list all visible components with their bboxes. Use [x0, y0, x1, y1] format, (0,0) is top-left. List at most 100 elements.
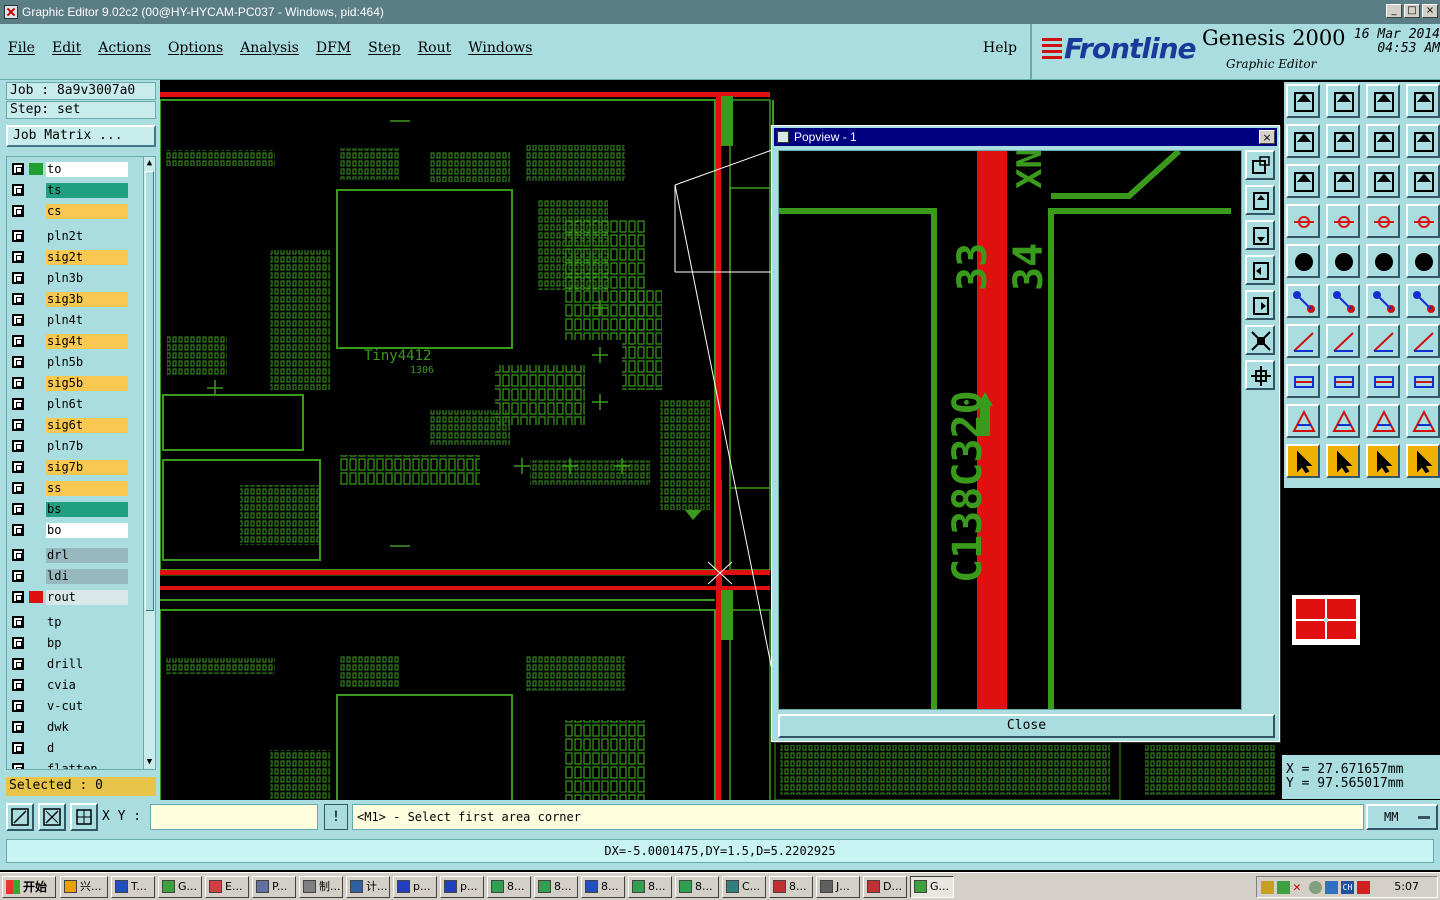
layer-checkbox[interactable]: [12, 398, 24, 410]
slash-button[interactable]: [1326, 324, 1360, 358]
layer-checkbox[interactable]: [12, 679, 24, 691]
menu-analysis[interactable]: Analysis: [240, 40, 299, 56]
layer-name[interactable]: sig5b: [46, 376, 128, 391]
maximize-button[interactable]: □: [1404, 4, 1420, 18]
xy-input[interactable]: [150, 804, 318, 830]
layer-checkbox[interactable]: [12, 377, 24, 389]
layer-checkbox[interactable]: [12, 637, 24, 649]
layer-row-cvia[interactable]: cvia: [7, 677, 143, 693]
layer-checkbox[interactable]: [12, 570, 24, 582]
zoom-in-button[interactable]: [1286, 164, 1320, 198]
add-line-button[interactable]: [1326, 244, 1360, 278]
add-pad-button[interactable]: [1286, 244, 1320, 278]
layer-row-bs[interactable]: bs: [7, 501, 143, 517]
layer-row-v-cut[interactable]: v-cut: [7, 698, 143, 714]
layer-name[interactable]: flatten: [46, 762, 128, 769]
move-red-pad-button[interactable]: [1406, 284, 1440, 318]
prompt-info-icon[interactable]: !: [324, 804, 348, 830]
scale-1-2-button[interactable]: [1366, 164, 1400, 198]
layer-checkbox[interactable]: [12, 461, 24, 473]
close-button[interactable]: ×: [1422, 4, 1438, 18]
layer-name[interactable]: cvia: [46, 678, 128, 693]
pan-right-button[interactable]: [1326, 124, 1360, 158]
layer-checkbox[interactable]: [12, 700, 24, 712]
taskbar-task[interactable]: 计...: [346, 876, 390, 898]
redo-view-button[interactable]: [1406, 124, 1440, 158]
menu-rout[interactable]: Rout: [418, 40, 452, 56]
minimize-button[interactable]: _: [1386, 4, 1402, 18]
layer-row-flatten[interactable]: flatten: [7, 761, 143, 769]
layer-row-sig2t[interactable]: sig2t: [7, 249, 143, 265]
pv-zoom-home-button[interactable]: [1245, 150, 1275, 180]
zoom-out-button[interactable]: [1326, 164, 1360, 198]
taskbar-task[interactable]: D...: [863, 876, 907, 898]
layer-name[interactable]: pln2t: [46, 229, 128, 244]
layer-checkbox[interactable]: [12, 251, 24, 263]
layer-checkbox[interactable]: [12, 721, 24, 733]
layer-name[interactable]: dwk: [46, 720, 128, 735]
taskbar-task[interactable]: 8...: [628, 876, 672, 898]
select-path-button[interactable]: [1406, 444, 1440, 478]
job-matrix-button[interactable]: Job Matrix ...: [6, 125, 156, 147]
scroll-down-icon[interactable]: ▼: [144, 757, 155, 768]
popview-canvas[interactable]: 33 34 C138C320 XN: [778, 150, 1242, 710]
taskbar-task[interactable]: C...: [722, 876, 766, 898]
layer-row-pln4t[interactable]: pln4t: [7, 312, 143, 328]
layer-row-pln6t[interactable]: pln6t: [7, 396, 143, 412]
taskbar-task[interactable]: E...: [205, 876, 249, 898]
layer-checkbox[interactable]: [12, 184, 24, 196]
layer-row-sig4t[interactable]: sig4t: [7, 333, 143, 349]
connect-button[interactable]: [1286, 284, 1320, 318]
menu-dfm[interactable]: DFM: [316, 40, 351, 56]
layer-scrollbar[interactable]: ▲ ▼: [143, 156, 156, 770]
move-pad-button[interactable]: [1366, 284, 1400, 318]
taskbar-task[interactable]: P...: [252, 876, 296, 898]
layer-checkbox[interactable]: [12, 356, 24, 368]
pv-pan-right-button[interactable]: [1245, 290, 1275, 320]
taskbar-task[interactable]: p...: [393, 876, 437, 898]
layer-name[interactable]: ldi: [46, 569, 128, 584]
zoom-area-button[interactable]: [1366, 84, 1400, 118]
layer-row-ldi[interactable]: ldi: [7, 568, 143, 584]
polygon-b-button[interactable]: [1326, 404, 1360, 438]
menu-help[interactable]: Help: [983, 40, 1017, 56]
menu-file[interactable]: File: [8, 40, 35, 56]
layer-name[interactable]: pln3b: [46, 271, 128, 286]
layer-checkbox[interactable]: [12, 591, 24, 603]
layer-name[interactable]: cs: [46, 204, 128, 219]
layer-name[interactable]: pln5b: [46, 355, 128, 370]
layer-name[interactable]: drill: [46, 657, 128, 672]
measure-button[interactable]: [1286, 204, 1320, 238]
taskbar-task[interactable]: G...: [910, 876, 954, 898]
layer-checkbox[interactable]: [12, 163, 24, 175]
layer-name[interactable]: sig4t: [46, 334, 128, 349]
layer-name[interactable]: d: [46, 741, 128, 756]
arc-button[interactable]: [1366, 324, 1400, 358]
angle-button[interactable]: [1286, 324, 1320, 358]
pan-left-button[interactable]: [1286, 124, 1320, 158]
tray-cloud-icon[interactable]: [1325, 881, 1338, 894]
taskbar-task[interactable]: p...: [440, 876, 484, 898]
scroll-up-icon[interactable]: ▲: [144, 158, 155, 169]
taskbar-task[interactable]: 8...: [534, 876, 578, 898]
layer-name[interactable]: bo: [46, 523, 128, 538]
layer-row-pln2t[interactable]: pln2t: [7, 228, 143, 244]
zoom-top-button[interactable]: [1326, 84, 1360, 118]
layer-name[interactable]: pln4t: [46, 313, 128, 328]
layer-checkbox[interactable]: [12, 482, 24, 494]
layer-name[interactable]: pln6t: [46, 397, 128, 412]
layer-name[interactable]: bs: [46, 502, 128, 517]
scroll-thumb[interactable]: [145, 171, 154, 611]
menu-actions[interactable]: Actions: [98, 40, 151, 56]
popview-close-button[interactable]: Close: [778, 714, 1275, 738]
start-button[interactable]: 开始: [2, 876, 56, 898]
layer-checkbox[interactable]: [12, 742, 24, 754]
layer-checkbox[interactable]: [12, 524, 24, 536]
layer-checkbox[interactable]: [12, 658, 24, 670]
cut-button[interactable]: [1326, 284, 1360, 318]
select-box-button[interactable]: [1326, 444, 1360, 478]
tray-green-icon[interactable]: [1277, 881, 1290, 894]
select-net-button[interactable]: [1366, 444, 1400, 478]
pv-pan-left-button[interactable]: [1245, 255, 1275, 285]
pv-zoom-in-button[interactable]: [1245, 325, 1275, 355]
